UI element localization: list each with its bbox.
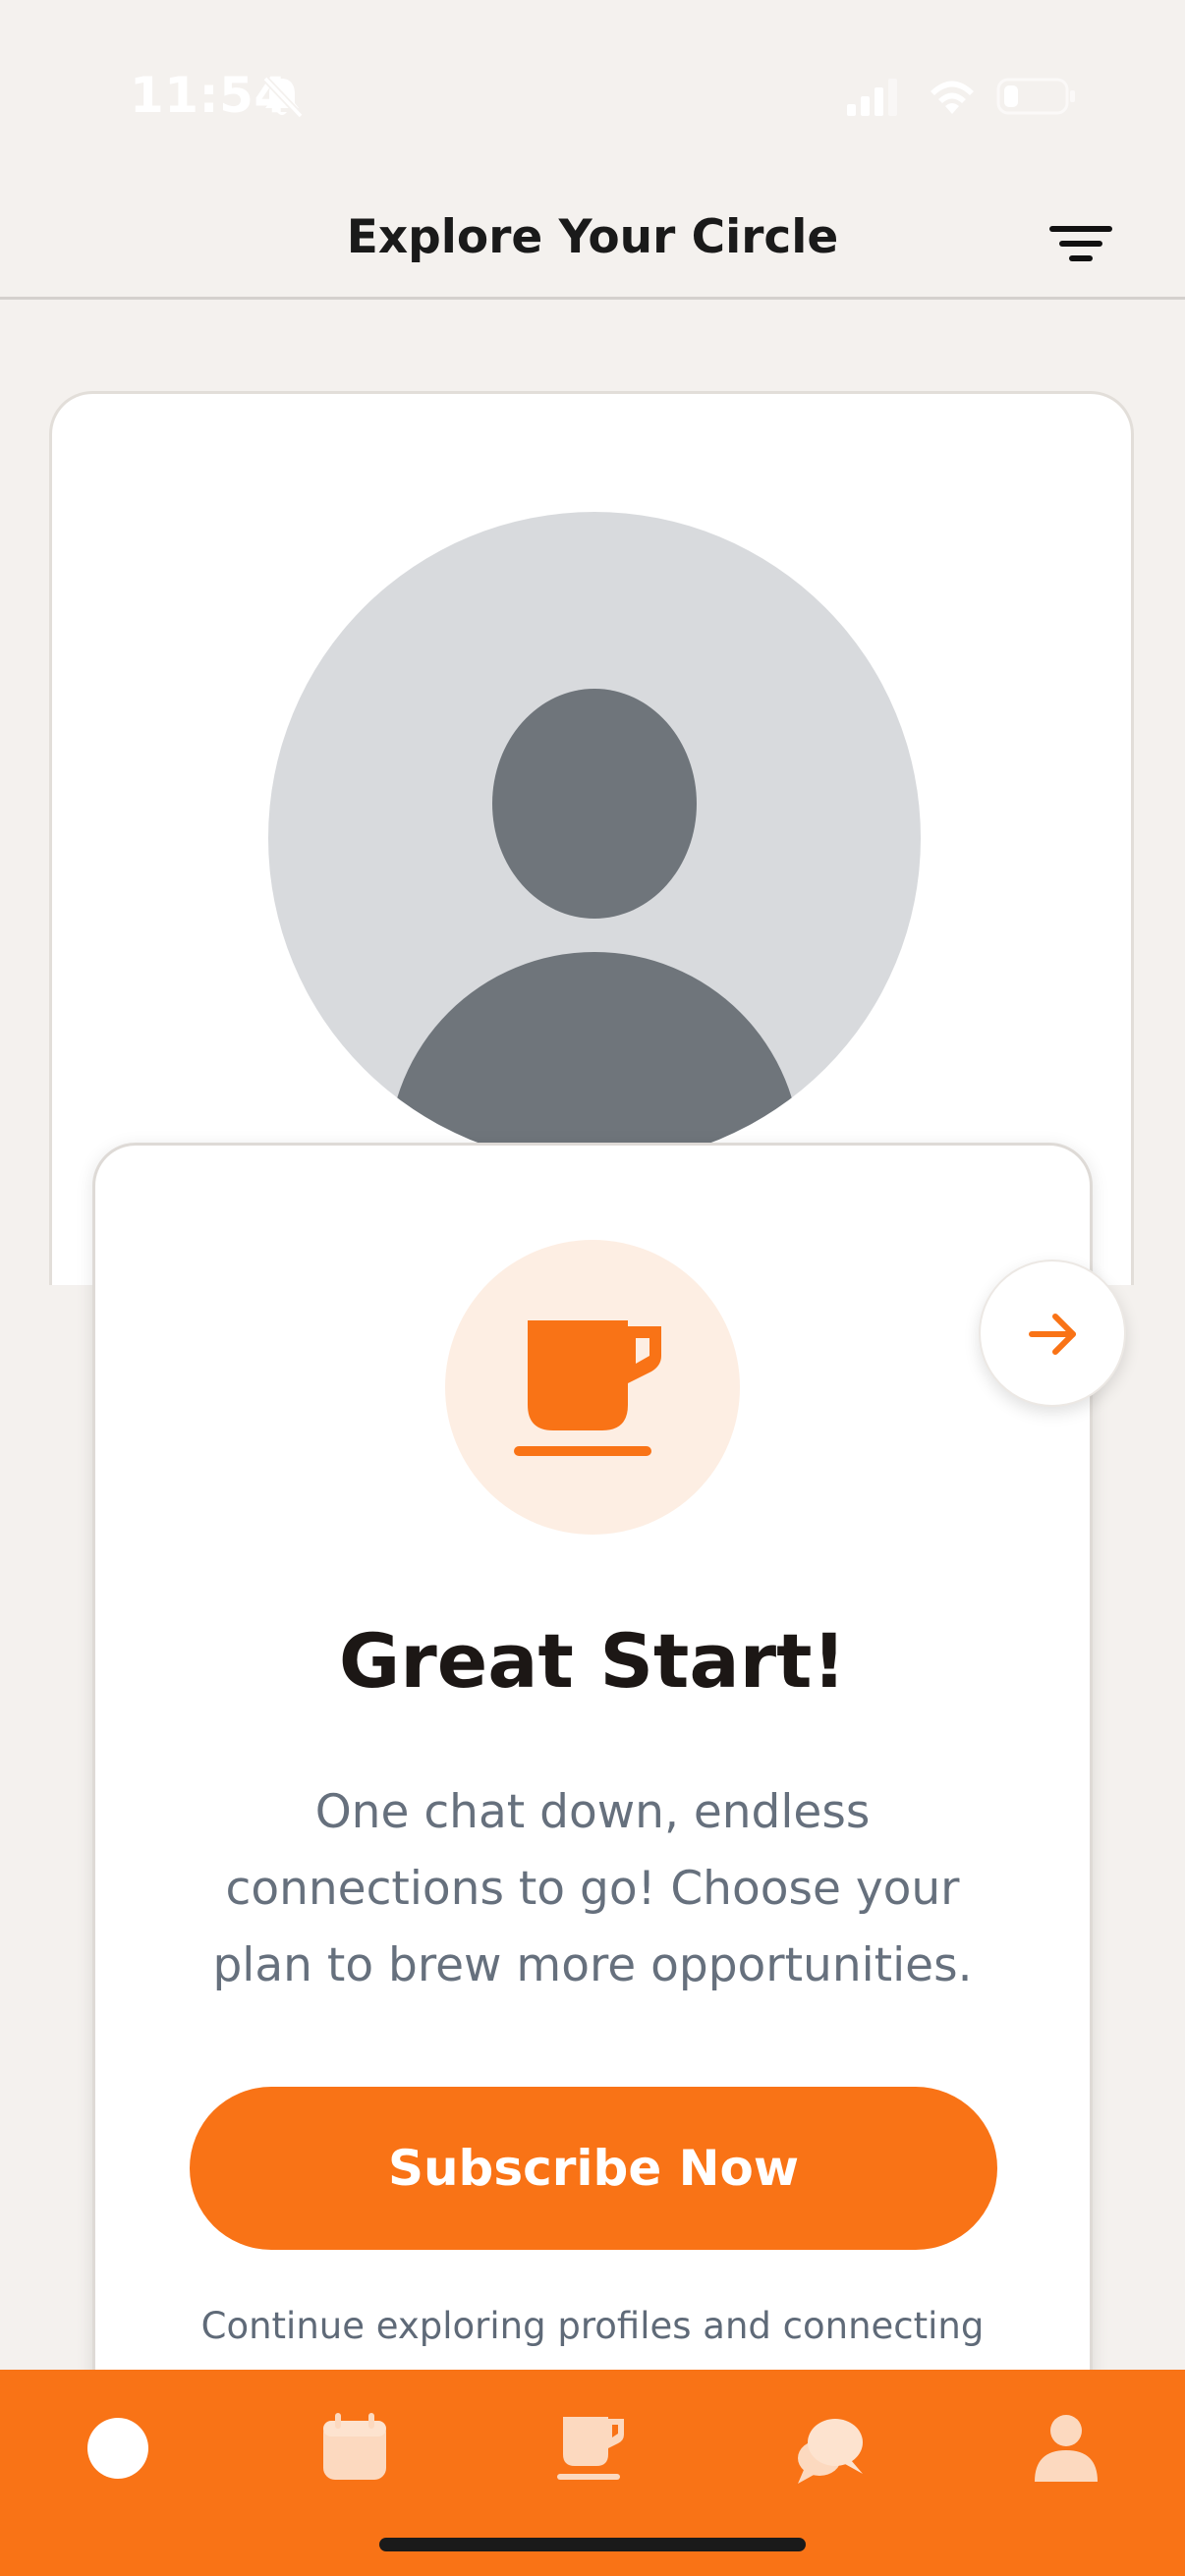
avatar-head-shape <box>492 689 697 919</box>
home-icon <box>87 2418 148 2479</box>
arrow-right-icon <box>1029 1314 1076 1355</box>
subscribe-now-button[interactable]: Subscribe Now <box>190 2087 997 2250</box>
wifi-icon <box>931 81 974 114</box>
nav-home[interactable] <box>79 2409 157 2488</box>
nav-messages[interactable] <box>790 2409 869 2488</box>
chat-bubbles-icon <box>798 2419 863 2484</box>
cellular-signal-icon <box>847 79 897 116</box>
modal-title: Great Start! <box>338 1617 847 1705</box>
bell-off-icon <box>262 76 304 119</box>
calendar-icon <box>323 2413 386 2480</box>
profile-icon <box>1035 2415 1098 2482</box>
nav-coffee-chats[interactable] <box>553 2409 632 2488</box>
avatar-body-shape <box>388 952 801 1164</box>
continue-exploring-link[interactable]: Continue exploring profiles and connecti… <box>95 2305 1090 2347</box>
avatar-placeholder <box>268 512 921 1164</box>
status-bar: 11:54 <box>0 0 1185 187</box>
page-title: Explore Your Circle <box>346 210 839 264</box>
next-profile-button[interactable] <box>979 1260 1126 1407</box>
coffee-cup-icon <box>514 1320 661 1456</box>
home-indicator <box>379 2538 806 2551</box>
coffee-icon-badge <box>445 1240 740 1535</box>
subscribe-prompt-card: Great Start! One chat down, endless conn… <box>92 1143 1093 2420</box>
top-header: Explore Your Circle <box>0 187 1185 300</box>
battery-icon <box>996 78 1075 115</box>
nav-profile[interactable] <box>1027 2409 1105 2488</box>
nav-calendar[interactable] <box>315 2409 394 2488</box>
filter-icon[interactable] <box>1045 216 1116 271</box>
coffee-cup-icon <box>557 2417 624 2480</box>
modal-description: One chat down, endless connections to go… <box>212 1785 973 1992</box>
